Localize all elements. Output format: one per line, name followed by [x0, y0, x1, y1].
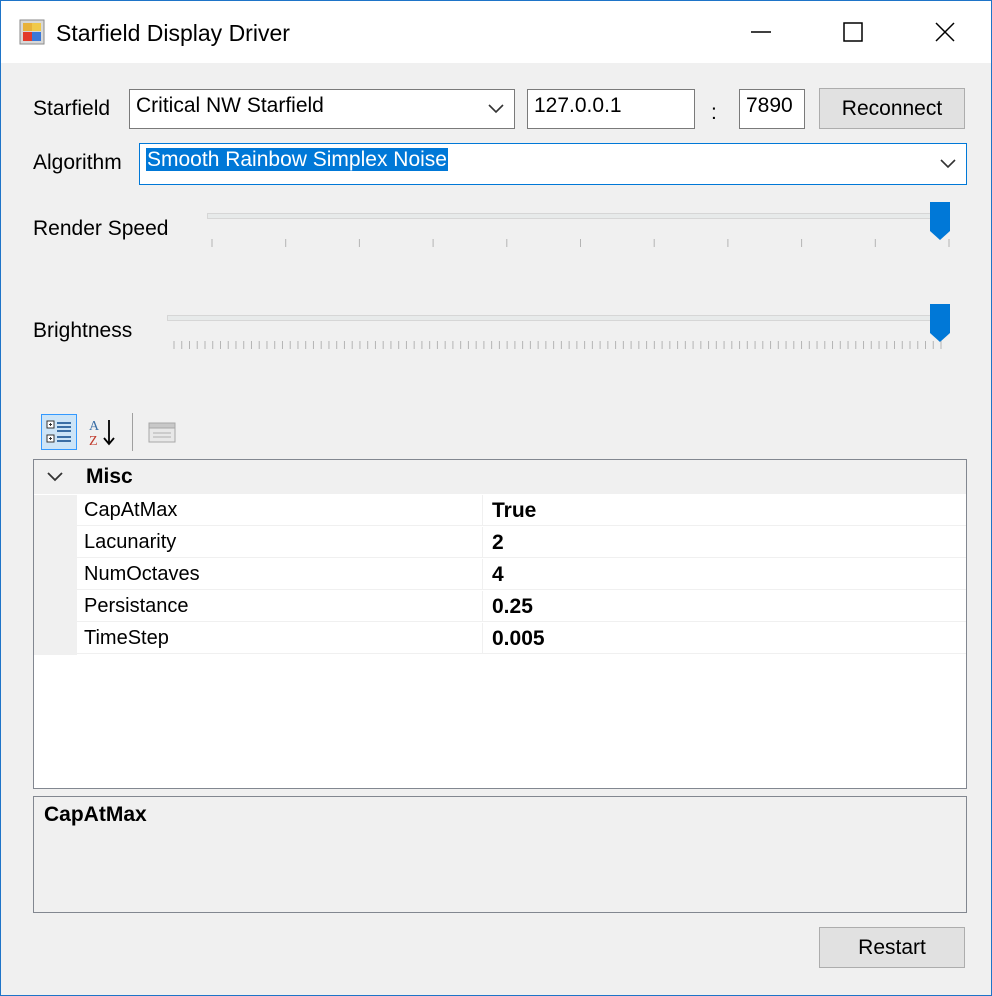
- host-input[interactable]: 127.0.0.1: [527, 89, 695, 129]
- property-row[interactable]: Persistance 0.25: [34, 591, 966, 623]
- window-title: Starfield Display Driver: [56, 20, 290, 46]
- starfield-value: Critical NW Starfield: [136, 94, 324, 117]
- sort-az-icon: A Z: [89, 419, 115, 448]
- categorized-button[interactable]: [41, 414, 77, 450]
- chevron-down-icon: [488, 104, 504, 114]
- toolbar-separator: [132, 413, 133, 451]
- host-value: 127.0.0.1: [534, 94, 622, 117]
- algorithm-value: Smooth Rainbow Simplex Noise: [146, 148, 448, 171]
- minimize-icon: [751, 31, 771, 33]
- property-value[interactable]: 0.005: [483, 623, 966, 654]
- property-name[interactable]: Persistance: [77, 591, 483, 622]
- property-row[interactable]: NumOctaves 4: [34, 559, 966, 591]
- property-pages-icon: [148, 422, 176, 443]
- starfield-label: Starfield: [33, 97, 111, 120]
- property-help-pane: CapAtMax: [33, 796, 967, 913]
- reconnect-button[interactable]: Reconnect: [819, 88, 965, 129]
- property-value[interactable]: 0.25: [483, 591, 966, 622]
- svg-text:A: A: [89, 419, 100, 434]
- row-gutter: [34, 495, 77, 527]
- algorithm-dropdown[interactable]: Smooth Rainbow Simplex Noise: [139, 143, 967, 185]
- row-gutter: [34, 591, 77, 623]
- brightness-thumb[interactable]: [929, 303, 951, 343]
- restart-button[interactable]: Restart: [819, 927, 965, 968]
- port-value: 7890: [746, 94, 793, 117]
- maximize-button[interactable]: [807, 1, 899, 63]
- category-row-misc[interactable]: Misc: [34, 460, 966, 494]
- property-name[interactable]: Lacunarity: [77, 527, 483, 558]
- render-speed-ticks: [211, 239, 950, 247]
- minimize-button[interactable]: [715, 1, 807, 63]
- property-value[interactable]: True: [483, 495, 966, 526]
- property-row[interactable]: TimeStep 0.005: [34, 623, 966, 655]
- row-gutter: [34, 559, 77, 591]
- maximize-icon: [843, 22, 863, 42]
- property-pages-button[interactable]: [144, 414, 180, 450]
- close-icon: [935, 22, 955, 42]
- close-button[interactable]: [899, 1, 991, 63]
- category-label: Misc: [86, 465, 133, 488]
- categorized-icon: [46, 420, 71, 443]
- row-gutter: [34, 623, 77, 655]
- property-row[interactable]: Lacunarity 2: [34, 527, 966, 559]
- property-value[interactable]: 2: [483, 527, 966, 558]
- render-speed-thumb[interactable]: [929, 201, 951, 241]
- help-title: CapAtMax: [44, 803, 147, 826]
- brightness-track[interactable]: [167, 315, 947, 321]
- port-input[interactable]: 7890: [739, 89, 805, 129]
- render-speed-label: Render Speed: [33, 217, 169, 240]
- starfield-dropdown[interactable]: Critical NW Starfield: [129, 89, 515, 129]
- row-gutter: [34, 527, 77, 559]
- port-separator: :: [711, 101, 717, 124]
- render-speed-track[interactable]: [207, 213, 947, 219]
- property-grid[interactable]: Misc CapAtMax True Lacunarity 2 NumOctav…: [33, 459, 967, 789]
- property-row[interactable]: CapAtMax True: [34, 495, 966, 527]
- property-name[interactable]: CapAtMax: [77, 495, 483, 526]
- brightness-label: Brightness: [33, 319, 133, 342]
- property-name[interactable]: NumOctaves: [77, 559, 483, 590]
- alphabetical-button[interactable]: A Z: [83, 414, 119, 450]
- brightness-ticks: [173, 341, 942, 349]
- algorithm-label: Algorithm: [33, 151, 122, 174]
- property-name[interactable]: TimeStep: [77, 623, 483, 654]
- main-window: Starfield Display Driver Starfield Criti…: [0, 0, 992, 996]
- property-value[interactable]: 4: [483, 559, 966, 590]
- title-bar[interactable]: Starfield Display Driver: [1, 1, 991, 63]
- chevron-down-icon[interactable]: [45, 469, 65, 485]
- svg-text:Z: Z: [89, 434, 98, 448]
- chevron-down-icon: [940, 159, 956, 169]
- app-icon: [19, 19, 45, 45]
